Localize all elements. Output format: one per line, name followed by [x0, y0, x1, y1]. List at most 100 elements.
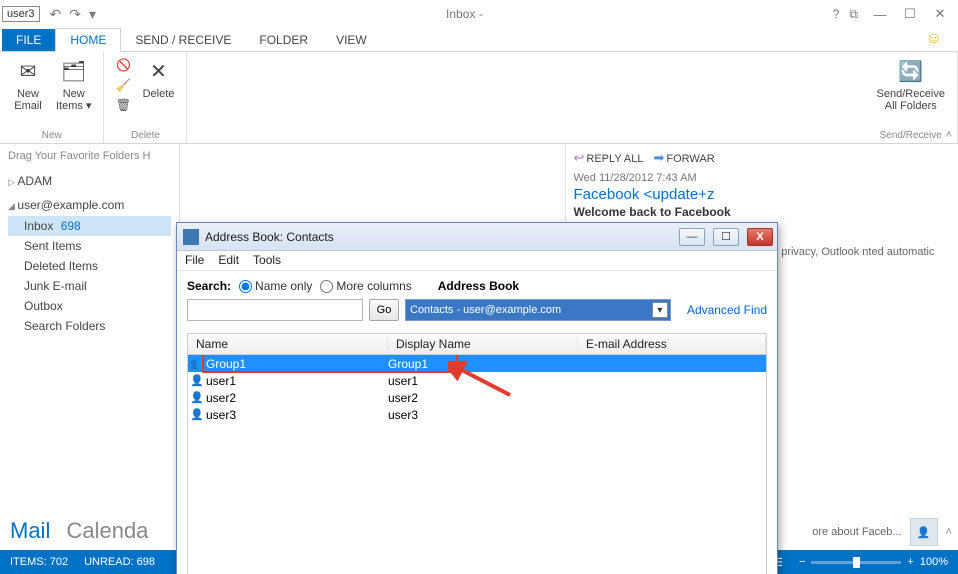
dialog-minimize-icon[interactable]: —: [679, 228, 705, 246]
window-titlebar: user3 ↶ ↷ ▾ Inbox - ? ⧉ — ☐ ✕: [0, 0, 958, 28]
table-row[interactable]: 👤 user2 user2: [188, 389, 766, 406]
tab-file[interactable]: FILE: [2, 29, 55, 51]
combo-selected-label: Contacts - user@example.com: [410, 304, 561, 316]
message-from: Facebook <update+z: [574, 186, 958, 203]
zoom-slider[interactable]: [811, 561, 901, 564]
new-items-icon: 🗂: [58, 58, 90, 86]
send-receive-button[interactable]: 🔄 Send/Receive All Folders: [873, 56, 950, 114]
folder-inbox-count: 698: [61, 219, 81, 233]
forward-button[interactable]: ➡FORWAR: [654, 150, 715, 166]
dialog-titlebar[interactable]: Address Book: Contacts — ☐ X: [177, 223, 777, 251]
col-email[interactable]: E-mail Address: [578, 337, 766, 351]
ribbon-options-icon[interactable]: ⧉: [849, 7, 858, 22]
current-user-badge: user3: [2, 6, 40, 22]
avatar[interactable]: 👤: [910, 518, 938, 546]
help-icon[interactable]: ?: [833, 7, 840, 21]
new-items-label: New Items ▾: [56, 88, 91, 112]
status-unread: UNREAD: 698: [84, 556, 155, 568]
message-date: Wed 11/28/2012 7:43 AM: [574, 172, 958, 184]
zoom-percent: 100%: [920, 556, 948, 568]
new-items-button[interactable]: 🗂 New Items ▾: [52, 56, 95, 114]
tab-folder[interactable]: FOLDER: [245, 29, 322, 51]
radio-more-columns-input[interactable]: [320, 280, 333, 293]
tab-view[interactable]: VIEW: [322, 29, 381, 51]
junk-icon[interactable]: 🗑: [114, 98, 132, 116]
undo-icon[interactable]: ↶: [50, 6, 62, 23]
radio-more-columns[interactable]: More columns: [320, 279, 411, 293]
zoom-in-icon[interactable]: +: [907, 556, 913, 568]
table-row[interactable]: 👥 Group1 Group1: [188, 355, 766, 372]
col-name[interactable]: Name: [188, 337, 388, 351]
dialog-title: Address Book: Contacts: [205, 230, 671, 244]
table-row[interactable]: 👤 user1 user1: [188, 372, 766, 389]
folder-outbox[interactable]: Outbox: [8, 296, 171, 316]
address-book-label: Address Book: [438, 279, 519, 293]
group-sendrec-label: Send/Receive: [873, 128, 950, 141]
minimize-icon[interactable]: —: [868, 7, 892, 22]
cell-name: user1: [206, 374, 388, 388]
qat-more-icon[interactable]: ▾: [89, 6, 96, 23]
menu-tools[interactable]: Tools: [253, 253, 281, 268]
address-book-combo[interactable]: Contacts - user@example.com ▾: [405, 299, 671, 321]
menu-edit[interactable]: Edit: [218, 253, 239, 268]
new-email-button[interactable]: ✉ New Email: [8, 56, 48, 114]
favorites-hint: Drag Your Favorite Folders H: [8, 150, 171, 162]
mailbox-header-adam[interactable]: ADAM: [8, 174, 171, 188]
collapse-ribbon-icon[interactable]: ˄: [946, 129, 952, 141]
chevron-down-icon[interactable]: ▾: [652, 302, 668, 318]
folder-junk[interactable]: Junk E-mail: [8, 276, 171, 296]
forward-icon: ➡: [654, 150, 665, 165]
advanced-find-link[interactable]: Advanced Find: [687, 303, 767, 317]
search-input[interactable]: [187, 299, 363, 321]
reply-all-button[interactable]: ↩REPLY ALL: [574, 150, 644, 166]
tab-send-receive[interactable]: SEND / RECEIVE: [121, 29, 245, 51]
folder-search[interactable]: Search Folders: [8, 316, 171, 336]
ribbon-tabs: FILE HOME SEND / RECEIVE FOLDER VIEW: [0, 28, 958, 52]
new-email-label: New Email: [14, 88, 42, 112]
folder-inbox[interactable]: Inbox 698: [8, 216, 171, 236]
search-label: Search:: [187, 279, 231, 293]
send-receive-label: Send/Receive All Folders: [877, 88, 946, 112]
group-icon: 👥: [188, 357, 206, 370]
ignore-icon[interactable]: 🚫: [114, 58, 132, 76]
user-icon: 👤: [188, 374, 206, 387]
people-pane-toggle-icon[interactable]: ˄: [946, 526, 952, 538]
folder-deleted[interactable]: Deleted Items: [8, 256, 171, 276]
contacts-grid: 👥 Group1 Group1 👤 user1 user1 👤 user2 us…: [187, 355, 767, 574]
window-title: Inbox -: [96, 7, 833, 21]
send-receive-icon: 🔄: [895, 58, 927, 86]
user-icon: 👤: [188, 408, 206, 421]
table-row[interactable]: 👤 user3 user3: [188, 406, 766, 423]
folder-inbox-label: Inbox: [24, 219, 53, 233]
cleanup-icon[interactable]: 🧹: [114, 78, 132, 96]
nav-mail[interactable]: Mail: [10, 518, 50, 543]
zoom-thumb[interactable]: [853, 557, 860, 568]
maximize-icon[interactable]: ☐: [898, 6, 922, 22]
cell-name: user2: [206, 391, 388, 405]
dialog-close-icon[interactable]: X: [747, 228, 773, 246]
tab-home[interactable]: HOME: [55, 28, 121, 52]
col-display-name[interactable]: Display Name: [388, 337, 578, 351]
address-book-icon: [183, 229, 199, 245]
feedback-smiley-icon[interactable]: ☺: [926, 30, 942, 47]
menu-file[interactable]: File: [185, 253, 204, 268]
redo-icon[interactable]: ↷: [69, 6, 81, 23]
message-subject: Welcome back to Facebook: [574, 205, 958, 219]
radio-name-only-input[interactable]: [239, 280, 252, 293]
nav-calendar[interactable]: Calenda: [66, 518, 148, 543]
delete-label: Delete: [143, 88, 175, 100]
close-icon[interactable]: ✕: [928, 6, 952, 22]
address-book-dialog: Address Book: Contacts — ☐ X File Edit T…: [176, 222, 778, 574]
cell-display-name: Group1: [388, 357, 578, 371]
radio-name-only[interactable]: Name only: [239, 279, 312, 293]
cell-name: Group1: [206, 357, 388, 371]
go-button[interactable]: Go: [369, 299, 399, 321]
mailbox-header-account[interactable]: user@example.com: [8, 198, 171, 212]
group-delete-label: Delete: [112, 128, 178, 141]
dialog-maximize-icon[interactable]: ☐: [713, 228, 739, 246]
delete-icon: ✕: [142, 58, 174, 86]
delete-button[interactable]: ✕ Delete: [138, 56, 178, 118]
zoom-out-icon[interactable]: −: [799, 556, 805, 568]
cell-display-name: user3: [388, 408, 578, 422]
folder-sent[interactable]: Sent Items: [8, 236, 171, 256]
